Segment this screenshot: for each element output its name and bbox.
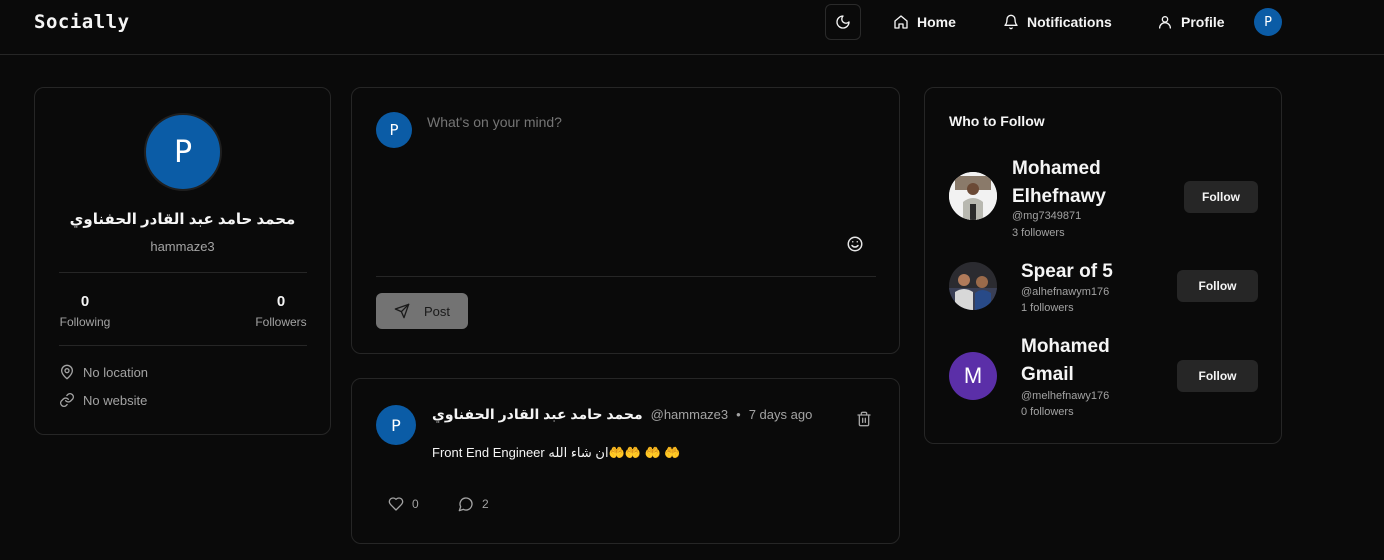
profile-avatar[interactable]: P bbox=[144, 113, 222, 191]
website-text: No website bbox=[83, 392, 148, 408]
post-content: Front End Engineer ان شاء الله🤲🤲 🤲 🤲 bbox=[432, 445, 681, 460]
post-card: P محمد حامد عبد القادر الحفناوي @hammaze… bbox=[351, 378, 900, 544]
composer-divider bbox=[376, 276, 876, 277]
followers-stat[interactable]: 0 Followers bbox=[251, 293, 311, 329]
theme-toggle-button[interactable] bbox=[825, 4, 861, 40]
map-pin-icon bbox=[59, 364, 75, 380]
user-photo-icon bbox=[949, 262, 997, 310]
user-handle: @mg7349871 bbox=[1012, 210, 1082, 222]
like-count: 0 bbox=[412, 497, 419, 511]
emoji-icon[interactable] bbox=[846, 235, 864, 253]
nav-notifications-label: Notifications bbox=[1027, 14, 1112, 30]
composer-input[interactable] bbox=[427, 114, 877, 224]
post-separator: • bbox=[736, 407, 741, 422]
composer-avatar: P bbox=[376, 112, 412, 148]
post-author[interactable]: محمد حامد عبد القادر الحفناوي bbox=[432, 406, 643, 423]
post-button[interactable]: Post bbox=[376, 293, 468, 329]
divider bbox=[59, 272, 307, 273]
post-avatar[interactable]: P bbox=[376, 405, 416, 445]
nav-profile-label: Profile bbox=[1181, 14, 1225, 30]
user-name[interactable]: Spear of 5 bbox=[1021, 258, 1113, 286]
user-handle: @alhefnawym176 bbox=[1021, 286, 1110, 298]
follow-button[interactable]: Follow bbox=[1184, 181, 1258, 213]
profile-name: محمد حامد عبد القادر الحفناوي bbox=[69, 211, 296, 228]
bell-icon bbox=[1003, 14, 1019, 30]
who-to-follow-title: Who to Follow bbox=[949, 113, 1045, 129]
user-handle: @melhefnawy176 bbox=[1021, 390, 1110, 402]
brand-logo[interactable]: Socially bbox=[34, 11, 130, 33]
user-avatar[interactable] bbox=[949, 262, 997, 310]
send-icon bbox=[394, 303, 410, 319]
follow-button[interactable]: Follow bbox=[1177, 360, 1258, 392]
divider bbox=[59, 345, 307, 346]
user-followers: 0 followers bbox=[1021, 406, 1074, 418]
location-text: No location bbox=[83, 364, 149, 380]
following-stat[interactable]: 0 Following bbox=[59, 293, 111, 329]
link-icon bbox=[59, 392, 75, 408]
location-row: No location bbox=[59, 364, 148, 380]
top-navbar: Socially Home Notifications Profile P bbox=[0, 0, 1384, 55]
user-followers: 1 followers bbox=[1021, 302, 1074, 314]
follow-button[interactable]: Follow bbox=[1177, 270, 1258, 302]
like-button[interactable]: 0 bbox=[388, 496, 419, 512]
nav-profile[interactable]: Profile bbox=[1157, 12, 1225, 32]
user-photo-icon bbox=[949, 172, 997, 220]
comment-button[interactable]: 2 bbox=[458, 496, 489, 512]
website-row: No website bbox=[59, 392, 147, 408]
profile-card: P محمد حامد عبد القادر الحفناوي hammaze3… bbox=[34, 87, 331, 435]
heart-icon bbox=[388, 496, 404, 512]
post-meta: محمد حامد عبد القادر الحفناوي @hammaze3 … bbox=[432, 406, 812, 423]
post-button-label: Post bbox=[423, 303, 450, 319]
post-time: 7 days ago bbox=[748, 407, 813, 422]
user-avatar[interactable]: M bbox=[949, 352, 997, 400]
moon-icon bbox=[835, 14, 851, 30]
trash-icon[interactable] bbox=[856, 411, 872, 427]
home-icon bbox=[893, 14, 909, 30]
profile-username: hammaze3 bbox=[150, 239, 215, 254]
post-composer: P Post bbox=[351, 87, 900, 354]
comment-count: 2 bbox=[482, 497, 489, 511]
header-avatar[interactable]: P bbox=[1254, 8, 1282, 36]
nav-home[interactable]: Home bbox=[893, 12, 956, 32]
user-followers: 3 followers bbox=[1012, 227, 1065, 239]
user-name[interactable]: Mohamed Gmail bbox=[1021, 333, 1110, 389]
post-handle: @hammaze3 bbox=[650, 407, 729, 422]
message-circle-icon bbox=[458, 496, 474, 512]
user-icon bbox=[1157, 14, 1173, 30]
nav-home-label: Home bbox=[917, 14, 956, 30]
user-name[interactable]: Mohamed Elhefnawy bbox=[1012, 155, 1106, 211]
nav-notifications[interactable]: Notifications bbox=[1003, 12, 1112, 32]
who-to-follow-card: Who to Follow Mohamed Elhefnawy @mg73498… bbox=[924, 87, 1282, 444]
user-avatar[interactable] bbox=[949, 172, 997, 220]
